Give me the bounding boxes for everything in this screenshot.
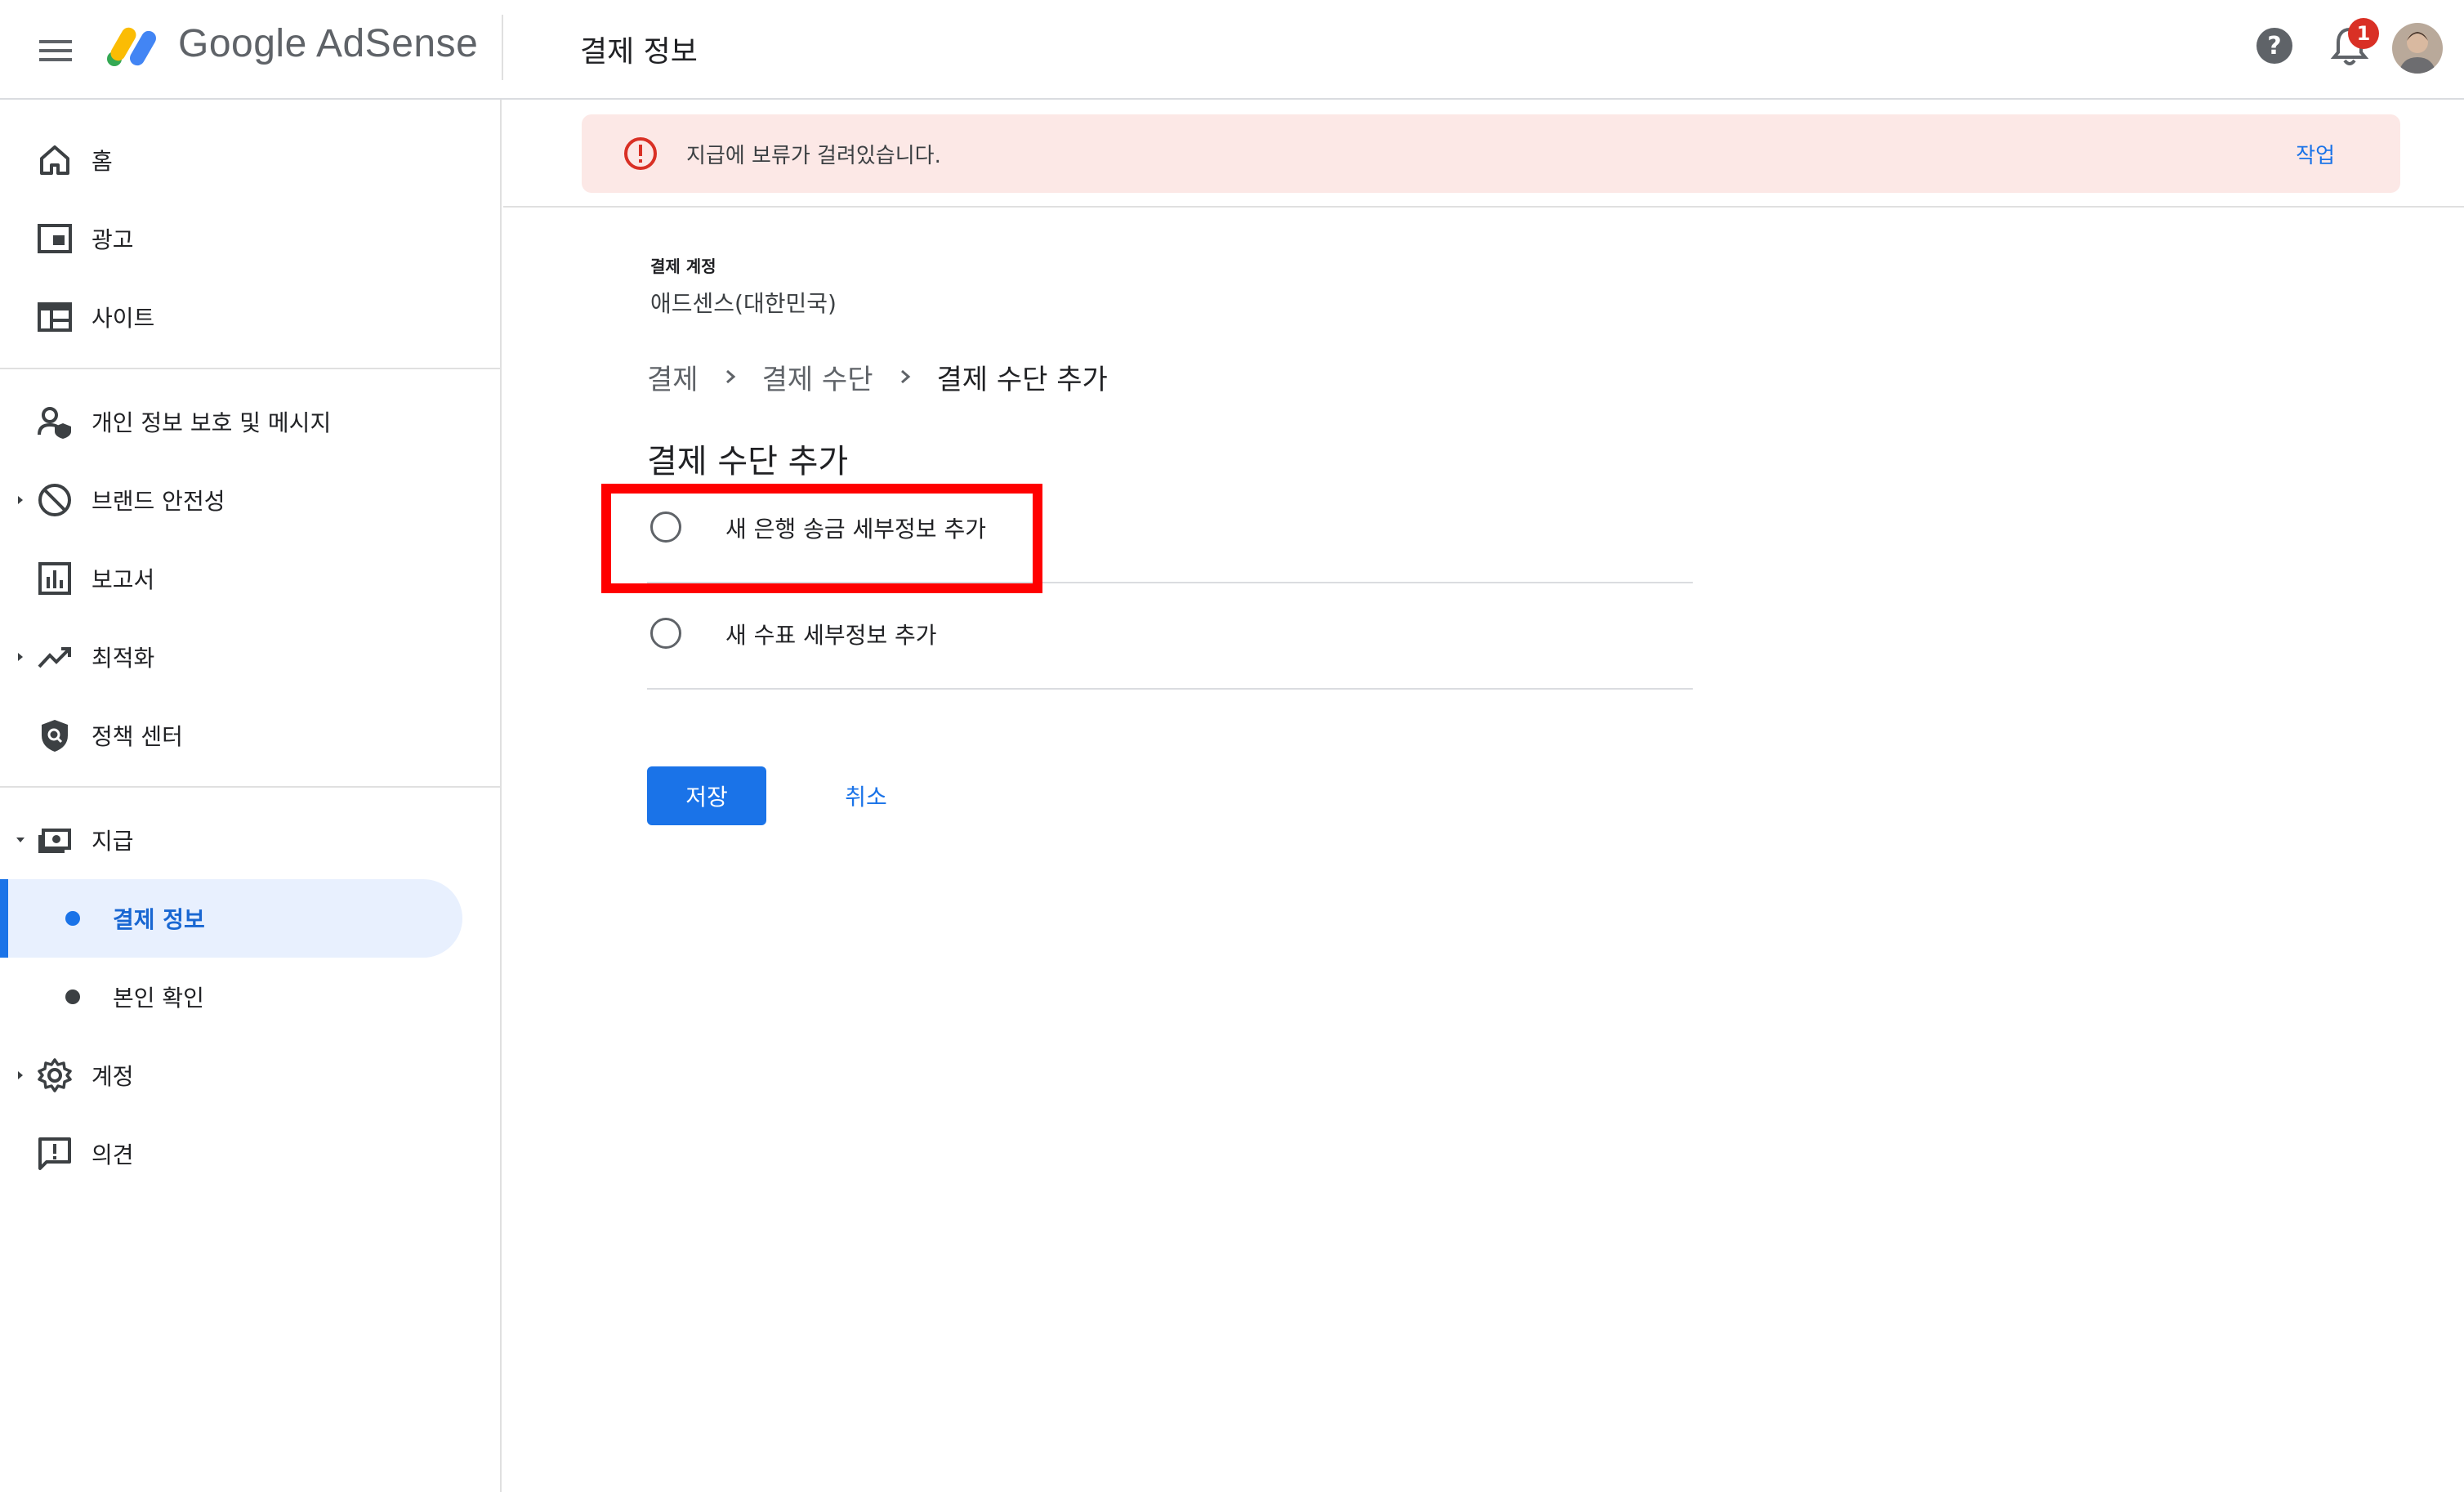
error-icon [623, 136, 658, 172]
sidebar-item-label: 브랜드 안전성 [92, 488, 225, 515]
sidebar-subitem-label: 본인 확인 [113, 985, 204, 1012]
alert-action-link[interactable]: 작업 [1480, 139, 2335, 169]
policy-shield-icon [34, 715, 75, 756]
option-divider [647, 688, 1693, 690]
alert-message: 지급에 보류가 걸려있습니다. [686, 144, 941, 168]
bar-chart-icon [34, 558, 75, 599]
adsense-logo-icon[interactable] [105, 21, 162, 70]
sidebar-item-ads[interactable]: 광고 [0, 199, 482, 278]
sidebar-item-sites[interactable]: 사이트 [0, 278, 482, 356]
chevron-right-icon [893, 364, 917, 389]
svg-text:?: ? [2267, 32, 2281, 60]
sidebar-item-brand-safety[interactable]: 브랜드 안전성 [0, 461, 482, 539]
sidebar-item-label: 개인 정보 보호 및 메시지 [92, 409, 332, 436]
expand-arrow-icon[interactable] [15, 651, 26, 663]
sidebar-item-label: 정책 센터 [92, 723, 183, 750]
sidebar-item-policy-center[interactable]: 정책 센터 [0, 696, 482, 775]
sidebar-item-account[interactable]: 계정 [0, 1036, 482, 1115]
sidebar-item-label: 의견 [92, 1141, 134, 1168]
user-avatar[interactable] [2392, 23, 2443, 74]
notification-badge: 1 [2348, 18, 2379, 49]
help-circle-icon[interactable]: ? [2253, 25, 2296, 67]
cancel-button[interactable]: 취소 [825, 766, 907, 825]
bullet-icon [65, 989, 80, 1004]
page-title: 결제 정보 [580, 35, 698, 69]
section-title: 결제 수단 추가 [647, 443, 849, 480]
sites-icon [34, 297, 75, 337]
active-indicator [0, 879, 8, 958]
annotation-highlight-box [601, 484, 1042, 593]
breadcrumb-payments[interactable]: 결제 [647, 357, 699, 397]
collapse-arrow-icon[interactable] [15, 834, 26, 846]
breadcrumb-add-payment-method: 결제 수단 추가 [936, 363, 1108, 396]
option-label: 새 수표 세부정보 추가 [725, 622, 937, 649]
sidebar-item-label: 최적화 [92, 645, 155, 672]
gear-icon [34, 1055, 75, 1096]
sidebar-item-payments[interactable]: 지급 [0, 801, 482, 879]
sidebar-item-reports[interactable]: 보고서 [0, 539, 482, 618]
payment-account-value: 애드센스(대한민국) [650, 290, 837, 317]
header-divider [502, 15, 503, 80]
option-check[interactable]: 새 수표 세부정보 추가 [647, 583, 1693, 688]
payments-icon [34, 820, 75, 860]
content-divider [503, 206, 2464, 208]
sidebar-item-label: 보고서 [92, 566, 155, 593]
breadcrumb: 결제 결제 수단 결제 수단 추가 [647, 356, 1108, 397]
hamburger-menu-icon[interactable] [31, 26, 80, 75]
ads-icon [34, 218, 75, 259]
brand-name: Google AdSense [178, 22, 479, 65]
save-button[interactable]: 저장 [647, 766, 766, 825]
chevron-right-icon [718, 364, 743, 389]
home-icon [34, 140, 75, 181]
sidebar-item-label: 광고 [92, 226, 134, 253]
sidebar-subitem-identity-verification[interactable]: 본인 확인 [0, 958, 462, 1036]
trending-up-icon [34, 637, 75, 677]
sidebar-item-feedback[interactable]: 의견 [0, 1115, 482, 1193]
expand-arrow-icon[interactable] [15, 1070, 26, 1081]
sidebar-item-home[interactable]: 홈 [0, 121, 482, 199]
payment-account-label: 결제 계정 [650, 257, 716, 276]
sidebar-divider [0, 786, 500, 788]
sidebar-item-label: 사이트 [92, 305, 155, 332]
sidebar-divider [0, 368, 500, 369]
sidebar-subitem-payment-info[interactable]: 결제 정보 [0, 879, 462, 958]
sidebar-item-label: 계정 [92, 1063, 134, 1090]
bullet-icon [65, 911, 80, 926]
sidebar: 홈 광고 사이트 개인 정보 보호 및 메시지 브랜드 안전성 보고서 최적화 … [0, 100, 502, 1492]
top-app-bar: Google AdSense 결제 정보 ? 1 [0, 0, 2464, 100]
privacy-messaging-icon [34, 401, 75, 442]
payment-hold-alert: 지급에 보류가 걸려있습니다. 작업 [582, 114, 2400, 193]
sidebar-subitem-label: 결제 정보 [113, 906, 205, 933]
breadcrumb-payment-methods[interactable]: 결제 수단 [762, 357, 873, 397]
block-icon [34, 480, 75, 520]
sidebar-item-label: 지급 [92, 828, 134, 855]
sidebar-item-label: 홈 [92, 148, 113, 175]
expand-arrow-icon[interactable] [15, 494, 26, 506]
radio-button[interactable] [650, 618, 681, 649]
sidebar-item-privacy-messaging[interactable]: 개인 정보 보호 및 메시지 [0, 382, 482, 461]
feedback-icon [34, 1133, 75, 1174]
sidebar-item-optimization[interactable]: 최적화 [0, 618, 482, 696]
